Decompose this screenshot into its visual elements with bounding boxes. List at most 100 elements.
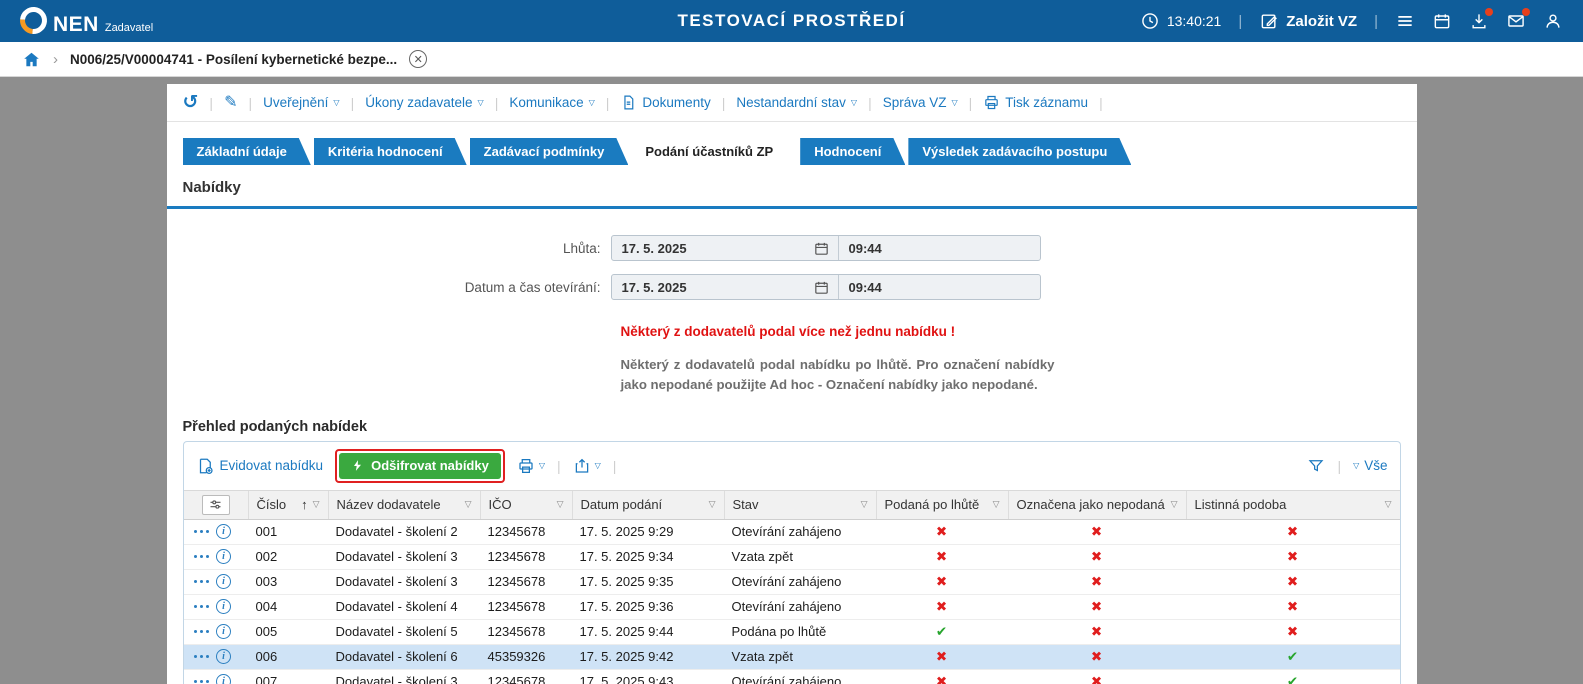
column-header-stav[interactable]: Stav ▽ [723,490,876,519]
lhuta-date-input[interactable]: 17. 5. 2025 [612,241,813,256]
menu-icon[interactable] [1395,11,1415,31]
table-row[interactable]: i 003 Dodavatel - školení 3 12345678 17.… [183,570,1400,595]
column-header-listinna-podoba[interactable]: Listinná podoba ▽ [1185,490,1400,519]
separator: | [1337,457,1342,474]
column-settings[interactable] [184,491,248,519]
filter-all-dropdown[interactable]: ▽ Vše [1353,458,1387,473]
tab-hodnoceni[interactable]: Hodnocení [800,138,905,165]
tab-zadavaci-podminky[interactable]: Zadávací podmínky [470,138,629,165]
sort-asc-icon[interactable]: ↑ [301,497,308,512]
menu-uverejneni[interactable]: Uveřejnění ▽ [263,95,339,110]
cell-late: ✖ [935,598,948,614]
column-filter-icon[interactable]: ▽ [1171,499,1178,510]
menu-dokumenty[interactable]: Dokumenty [620,94,711,111]
cell-paper: ✖ [1286,523,1299,539]
cell-supplier: Dodavatel - školení 2 [335,524,458,540]
tab-vysledek-zadavaciho-postupu[interactable]: Výsledek zadávacího postupu [908,138,1131,165]
info-icon[interactable]: i [216,624,231,640]
history-icon[interactable]: ↺ [183,93,199,112]
separator: | [556,457,561,474]
oteviranie-time-input[interactable]: 09:44 [839,280,1040,295]
row-menu-icon[interactable] [193,604,209,609]
content-card: ↺ | ✎ | Uveřejnění ▽ | Úkony zadavatele … [166,84,1417,684]
printer-icon [519,458,533,473]
chevron-down-icon: ▽ [588,97,595,107]
tab-podani-ucastniku-zp[interactable]: Podání účastníků ZP [631,138,797,165]
edit-icon[interactable]: ✎ [224,94,237,111]
cell-number: 006 [255,649,278,665]
column-filter-icon[interactable]: ▽ [1385,499,1392,510]
nen-logo[interactable]: NEN Zadavatel [14,1,153,40]
info-icon[interactable]: i [216,674,231,684]
info-icon[interactable]: i [216,574,231,590]
cell-paper: ✖ [1286,548,1299,564]
calendar-icon[interactable] [813,279,830,296]
row-actions: i [184,649,248,665]
row-menu-icon[interactable] [193,629,209,634]
notification-badge [1485,8,1493,16]
row-menu-icon[interactable] [193,554,209,559]
column-header-ico[interactable]: IČO ▽ [479,490,572,519]
info-icon[interactable]: i [216,549,231,565]
cell-ico: 12345678 [487,674,546,684]
menu-tisk-zaznamu[interactable]: Tisk záznamu [983,94,1088,111]
column-header-cislo[interactable]: Číslo ↑ ▽ [247,490,328,519]
separator: | [1099,94,1103,111]
table-row[interactable]: i 004 Dodavatel - školení 4 12345678 17.… [183,595,1400,620]
export-tool[interactable]: ▽ [573,457,601,475]
menu-nestandardni-stav[interactable]: Nestandardní stav ▽ [736,95,857,110]
downloads-button[interactable] [1469,8,1493,31]
close-icon[interactable]: ✕ [409,50,428,68]
column-header-datum-podani[interactable]: Datum podání ▽ [571,490,724,519]
row-menu-icon[interactable] [193,654,209,659]
lhuta-field: 17. 5. 2025 09:44 [610,235,1041,261]
calendar-icon[interactable] [813,240,830,257]
cell-marked: ✖ [1090,548,1103,564]
table-row[interactable]: i 005 Dodavatel - školení 5 12345678 17.… [183,620,1400,645]
home-icon[interactable] [22,50,41,69]
separator: | [1374,12,1378,30]
column-filter-icon[interactable]: ▽ [993,499,1000,510]
menu-sprava-vz[interactable]: Správa VZ ▽ [883,95,958,110]
column-filter-icon[interactable]: ▽ [465,499,472,510]
column-filter-icon[interactable]: ▽ [709,499,716,510]
column-filter-icon[interactable]: ▽ [557,499,564,510]
decrypt-offers-button[interactable]: Odšifrovat nabídky [339,452,501,479]
menu-ukony-zadavatele[interactable]: Úkony zadavatele ▽ [365,95,483,110]
table-row[interactable]: i 006 Dodavatel - školení 6 45359326 17.… [183,644,1400,670]
cell-marked: ✖ [1090,573,1103,589]
table-row[interactable]: i 007 Dodavatel - školení 3 12345678 17.… [184,670,1400,684]
column-settings-button[interactable] [201,494,230,515]
evidovat-nabidku-button[interactable]: Evidovat nabídku [196,457,323,475]
breadcrumb-item[interactable]: N006/25/V00004741 - Posílení kybernetick… [70,52,397,67]
calendar-icon[interactable] [1432,11,1452,31]
table-row[interactable]: i 002 Dodavatel - školení 3 12345678 17.… [183,545,1400,570]
row-menu-icon[interactable] [193,579,209,584]
row-menu-icon[interactable] [193,679,209,684]
info-icon[interactable]: i [216,649,231,665]
tab-zakladni-udaje[interactable]: Základní údaje [183,138,311,165]
info-icon[interactable]: i [216,524,231,540]
messages-button[interactable] [1506,8,1530,31]
oteviranie-date-input[interactable]: 17. 5. 2025 [612,280,813,295]
cell-paper: ✖ [1286,623,1299,639]
cell-submitted: 17. 5. 2025 9:36 [579,599,674,615]
column-header-nazev-dodavatele[interactable]: Název dodavatele ▽ [327,490,480,519]
column-filter-icon[interactable]: ▽ [313,499,320,510]
column-filter-icon[interactable]: ▽ [861,499,868,510]
column-header-podana-po-lhute[interactable]: Podaná po lhůtě ▽ [875,490,1008,519]
table-row[interactable]: i 001 Dodavatel - školení 2 12345678 17.… [183,520,1400,545]
chevron-right-icon: › [53,50,58,68]
user-icon[interactable] [1543,11,1563,31]
column-header-oznacena-jako-nepodana[interactable]: Označena jako nepodaná ▽ [1007,490,1186,519]
filter-icon[interactable] [1307,457,1325,475]
print-tool[interactable]: ▽ [517,457,545,475]
form-row: Lhůta: 17. 5. 2025 09:44 [167,235,1417,261]
create-vz-button[interactable]: Založit VZ [1259,11,1357,31]
lhuta-time-input[interactable]: 09:44 [839,241,1040,256]
tab-kriteria-hodnoceni[interactable]: Kritéria hodnocení [314,138,467,165]
menu-komunikace[interactable]: Komunikace ▽ [509,95,594,110]
decrypt-offers-label: Odšifrovat nabídky [371,458,489,474]
info-icon[interactable]: i [216,599,231,615]
row-menu-icon[interactable] [193,529,209,534]
